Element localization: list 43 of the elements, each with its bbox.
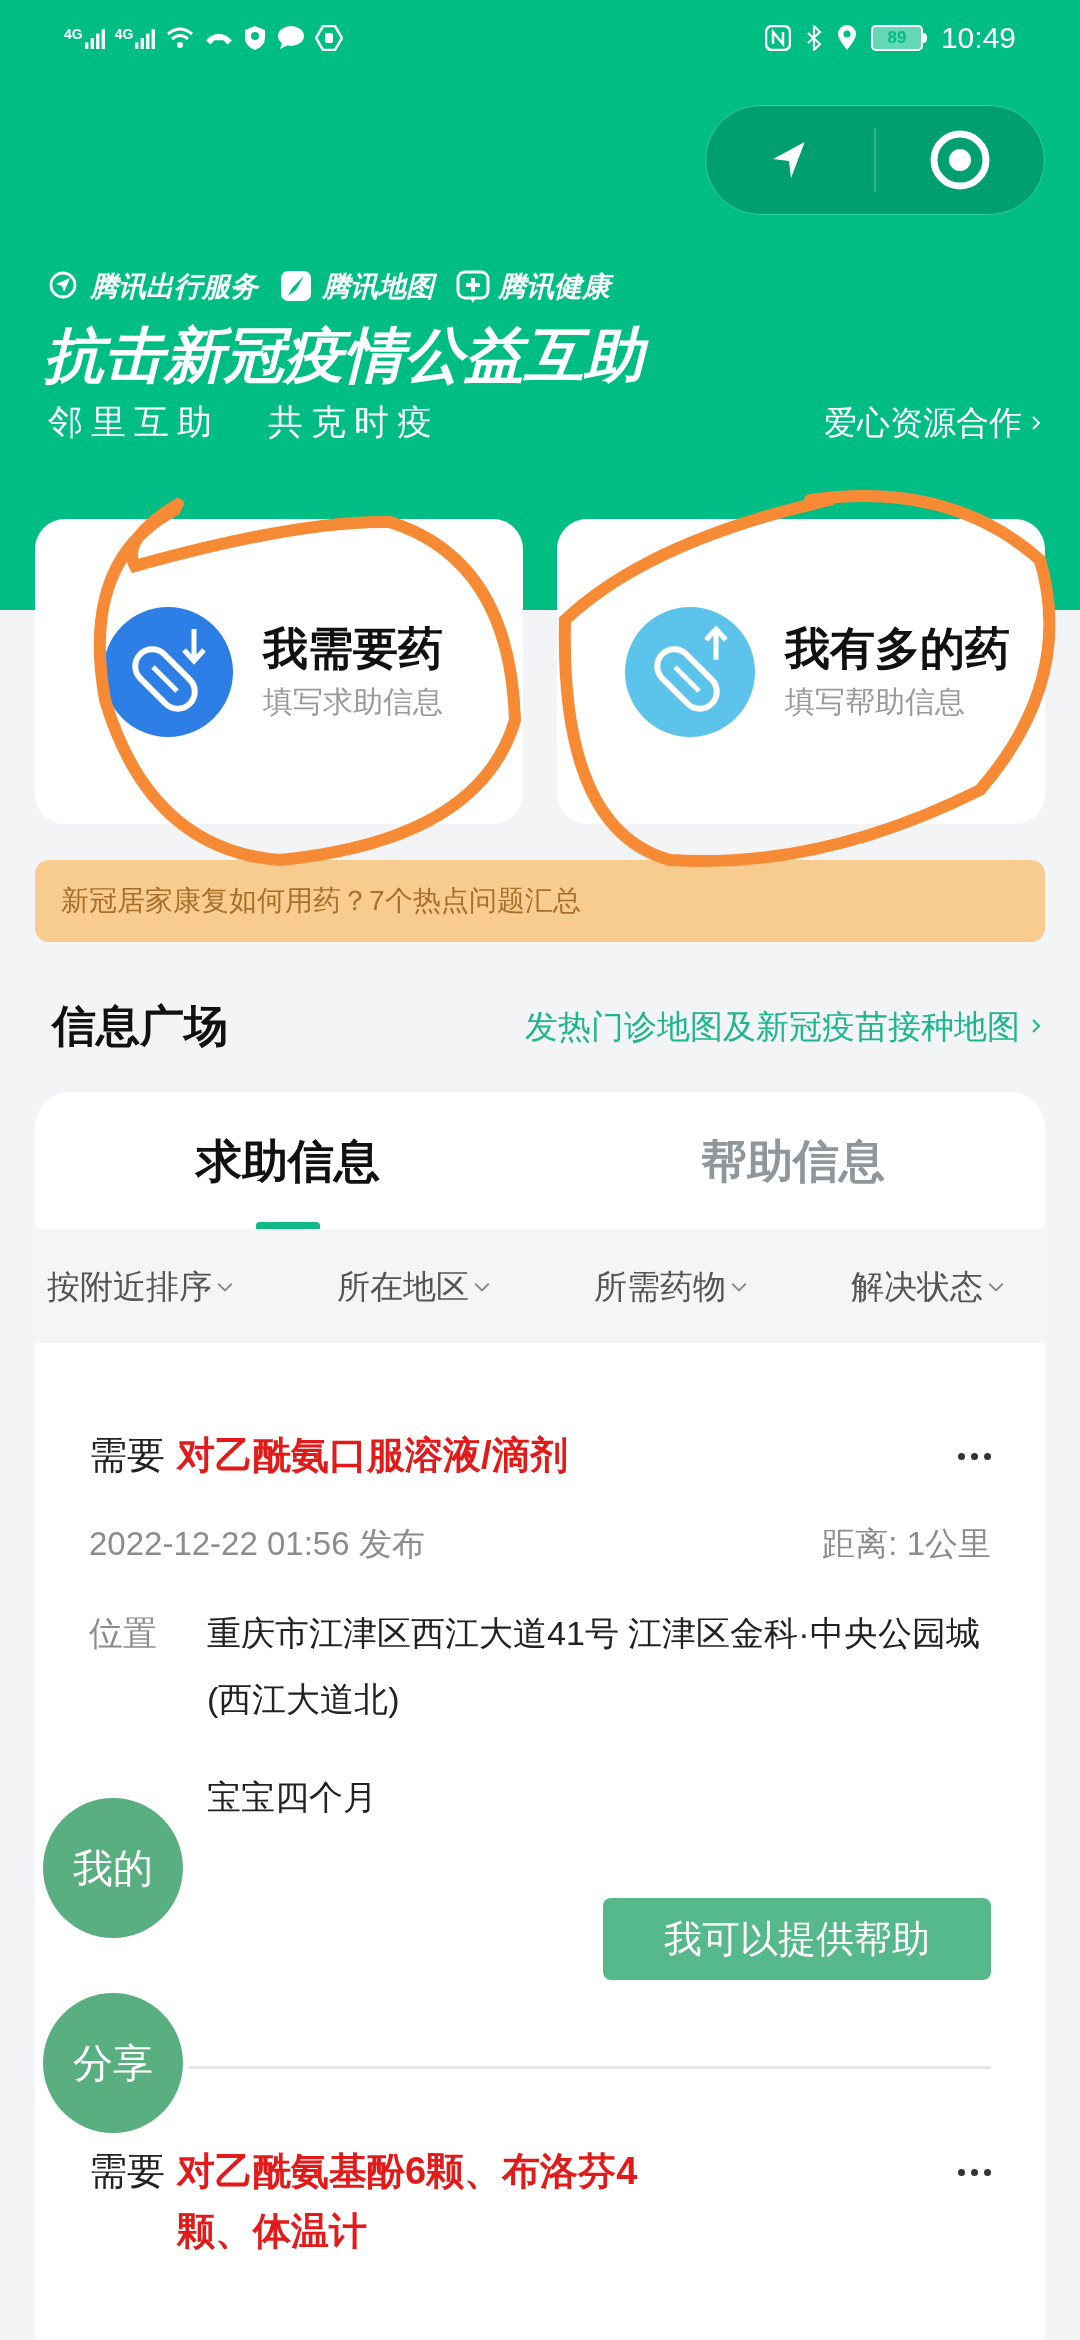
target-icon	[929, 129, 991, 191]
filter-dropdown[interactable]: 所需药物	[594, 1269, 748, 1303]
field-value: 宝宝四个月	[207, 1777, 378, 1818]
slogan: 共克时疫	[268, 404, 440, 439]
slogan: 邻里互助	[48, 404, 220, 439]
nfc-icon	[764, 24, 791, 51]
filter-dropdown[interactable]: 所在地区	[337, 1269, 491, 1303]
card-title: 我有多的药	[785, 626, 1010, 671]
field-label: 位置	[89, 1613, 158, 1654]
chevron-right-icon	[1030, 1017, 1042, 1035]
medicine-name: 对乙酰氨口服溶液/滴剂	[177, 1433, 569, 1478]
medicine-name: 对乙酰氨基酚6颗、布洛芬4颗、体温计	[177, 2149, 639, 2254]
more-button[interactable]	[958, 2169, 991, 2176]
need-label: 需要	[89, 1433, 165, 1478]
need-label: 需要	[89, 2149, 165, 2194]
more-button[interactable]	[958, 1453, 991, 1460]
card-title: 我需要药	[263, 626, 443, 671]
shield-icon	[243, 24, 268, 51]
card-subtitle: 填写求助信息	[263, 687, 443, 717]
filter-dropdown[interactable]: 解决状态	[851, 1269, 1005, 1303]
publish-time: 2022-12-22 01:56 发布	[89, 1527, 425, 1560]
brand-label: 腾讯出行服务	[90, 273, 258, 301]
chat-icon	[277, 24, 306, 51]
signal-icon	[135, 26, 156, 49]
signal-icon	[84, 26, 105, 49]
health-cross-icon	[456, 270, 490, 304]
map-app-icon	[280, 270, 314, 304]
filter-dropdown[interactable]: 按附近排序	[47, 1269, 234, 1303]
field-value: 重庆市江津区西江大道41号 江津区金科·中央公园城(西江大道北)	[207, 1613, 981, 1720]
action-card[interactable]: 我有多的药 填写帮助信息	[557, 519, 1045, 824]
location-pin-icon	[836, 24, 857, 51]
action-card[interactable]: 我需要药 填写求助信息	[35, 519, 523, 824]
tab[interactable]: 求助信息	[35, 1092, 540, 1229]
page-title: 抗击新冠疫情公益互助	[0, 326, 1080, 386]
section-title: 信息广场	[52, 1004, 228, 1048]
network-label: 4G	[64, 26, 83, 41]
distance: 距离: 1公里	[822, 1527, 991, 1560]
network-label: 4G	[114, 26, 134, 41]
card-subtitle: 填写帮助信息	[785, 687, 966, 717]
chevron-right-icon	[1030, 413, 1042, 432]
clock: 10:49	[940, 22, 1016, 53]
hand-icon	[315, 24, 344, 51]
battery-level: 89	[887, 29, 907, 46]
